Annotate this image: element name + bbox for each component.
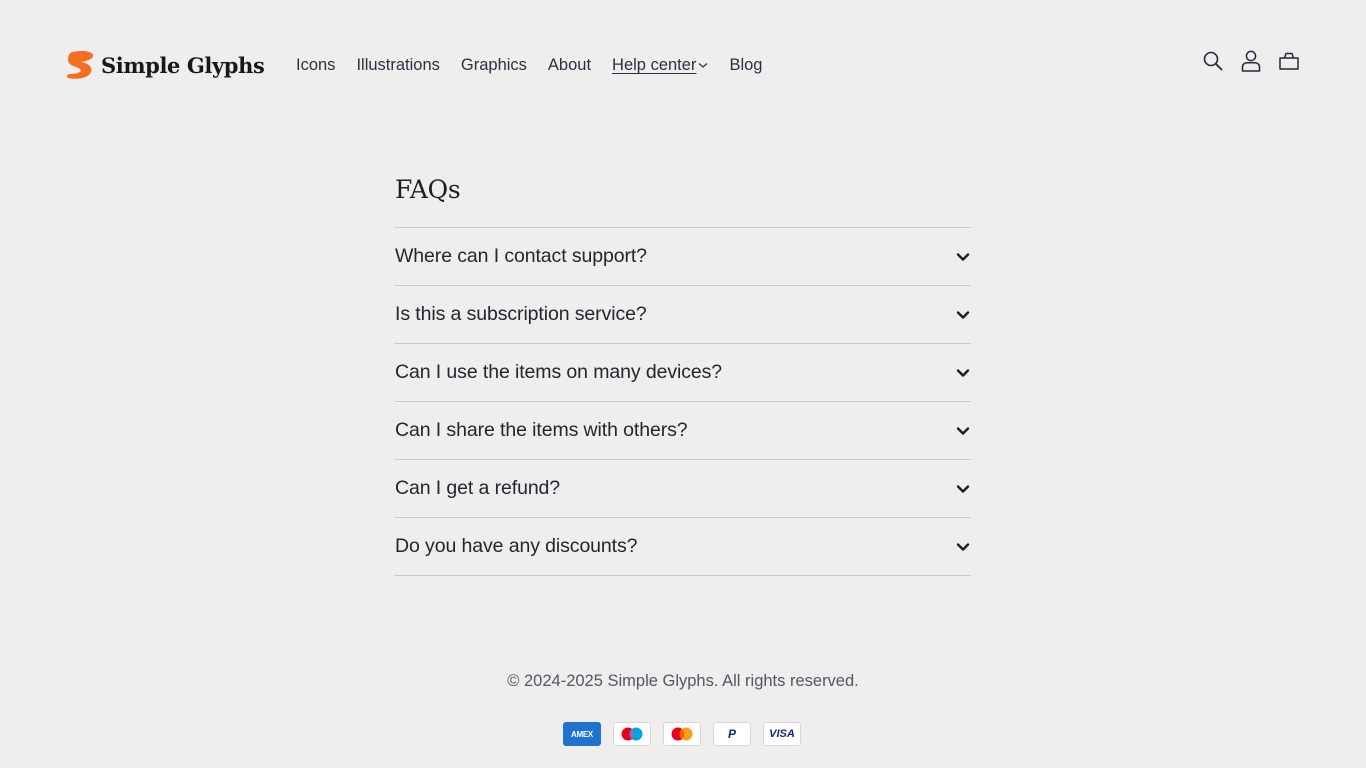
cart-button[interactable] <box>1278 50 1300 72</box>
chevron-down-icon <box>956 426 970 435</box>
maestro-logo <box>621 727 643 741</box>
faq-question: Can I get a refund? <box>395 477 561 499</box>
visa-icon: VISA <box>763 722 801 746</box>
cart-icon <box>1279 52 1299 70</box>
search-icon <box>1203 51 1223 71</box>
nav-item-label: Illustrations <box>356 56 440 74</box>
nav-item-graphics[interactable]: Graphics <box>461 54 527 76</box>
nav-item-about[interactable]: About <box>548 54 591 76</box>
paypal-icon: P <box>713 722 751 746</box>
account-icon <box>1241 50 1261 72</box>
faq-question: Can I use the items on many devices? <box>395 361 722 383</box>
mastercard-logo <box>671 727 693 741</box>
faq-item-discounts[interactable]: Do you have any discounts? <box>395 518 971 576</box>
search-button[interactable] <box>1202 50 1224 72</box>
chevron-down-icon <box>956 542 970 551</box>
chevron-down-icon <box>956 252 970 261</box>
main-nav: Icons Illustrations Graphics About Help … <box>296 54 783 76</box>
site-header: Simple Glyphs Icons Illustrations Graphi… <box>0 0 1366 128</box>
chevron-down-icon <box>956 310 970 319</box>
header-actions <box>1202 50 1300 72</box>
visa-mark: VISA <box>769 728 795 740</box>
mastercard-icon <box>663 722 701 746</box>
nav-item-label: Help center <box>612 56 697 74</box>
brand-s-mark-icon <box>66 51 94 79</box>
chevron-down-icon <box>699 63 708 68</box>
faq-question: Is this a subscription service? <box>395 303 647 325</box>
maestro-icon <box>613 722 651 746</box>
chevron-down-icon <box>956 484 970 493</box>
faq-list: Where can I contact support? Is this a s… <box>395 227 971 576</box>
faq-question: Can I share the items with others? <box>395 419 688 441</box>
paypal-mark: P <box>727 727 736 741</box>
copyright-text: © 2024-2025 Simple Glyphs. All rights re… <box>507 672 859 690</box>
faq-item-many-devices[interactable]: Can I use the items on many devices? <box>395 344 971 402</box>
nav-item-blog[interactable]: Blog <box>729 54 762 76</box>
faq-item-refund[interactable]: Can I get a refund? <box>395 460 971 518</box>
account-button[interactable] <box>1240 50 1262 72</box>
nav-item-illustrations[interactable]: Illustrations <box>356 54 439 76</box>
faq-item-subscription[interactable]: Is this a subscription service? <box>395 286 971 344</box>
amex-mark: AMEX <box>571 729 593 739</box>
page-title: FAQs <box>395 175 461 204</box>
nav-item-label: Graphics <box>460 56 527 74</box>
nav-item-label: Icons <box>296 56 336 74</box>
faq-item-contact-support[interactable]: Where can I contact support? <box>395 228 971 286</box>
faq-item-share-items[interactable]: Can I share the items with others? <box>395 402 971 460</box>
amex-icon: AMEX <box>563 722 601 746</box>
brand-logo-link[interactable]: Simple Glyphs <box>65 50 265 80</box>
nav-item-help-center[interactable]: Help center <box>612 54 708 76</box>
nav-item-icons[interactable]: Icons <box>296 54 335 76</box>
faq-section: FAQs Where can I contact support? Is thi… <box>395 170 971 576</box>
faq-question: Do you have any discounts? <box>395 535 638 557</box>
chevron-down-icon <box>956 368 970 377</box>
faq-question: Where can I contact support? <box>395 245 647 267</box>
nav-item-label: About <box>547 56 592 74</box>
payment-methods: AMEX P VISA <box>563 722 801 746</box>
brand-name: Simple Glyphs <box>101 52 265 78</box>
nav-item-label: Blog <box>729 56 763 74</box>
